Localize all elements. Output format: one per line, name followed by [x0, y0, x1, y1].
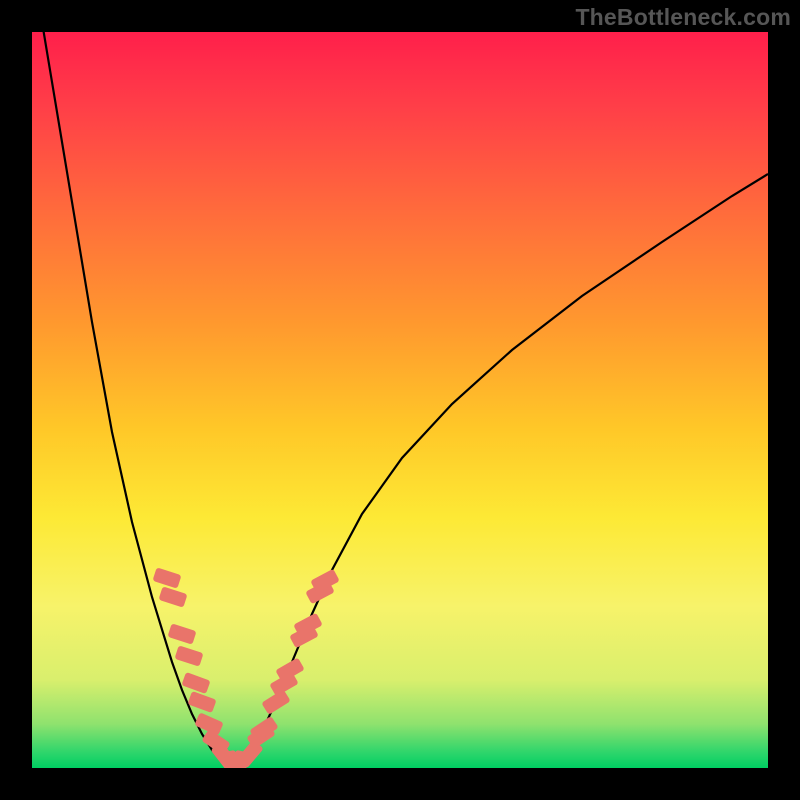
bottleneck-curve — [32, 32, 768, 768]
chart-frame: TheBottleneck.com — [0, 0, 800, 800]
watermark-text: TheBottleneck.com — [575, 4, 791, 31]
plot-area — [32, 32, 768, 768]
